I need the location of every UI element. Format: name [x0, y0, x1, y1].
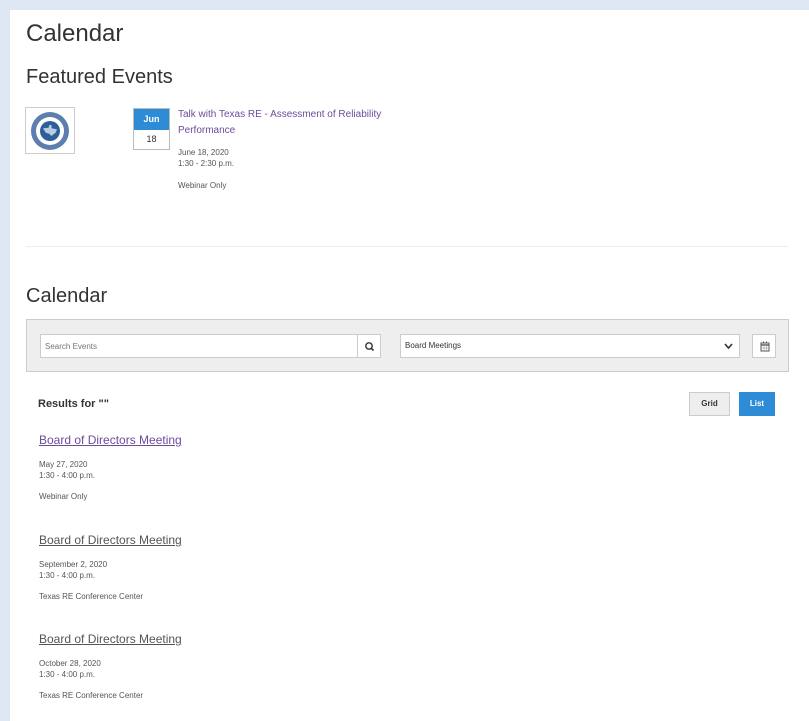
featured-event-date-badge: Jun 18 [133, 108, 170, 150]
section-divider [26, 246, 788, 247]
search-input[interactable] [40, 334, 358, 358]
event-date: September 2, 2020 [39, 560, 108, 569]
calendar-heading: Calendar [26, 285, 108, 307]
event-location: Texas RE Conference Center [39, 592, 144, 601]
calendar-filter-bar: Board Meetings [26, 319, 789, 372]
featured-event-time: 1:30 - 2:30 p.m. [178, 159, 235, 168]
featured-events-heading: Featured Events [26, 66, 173, 88]
featured-event-date: June 18, 2020 [178, 148, 229, 157]
page-title: Calendar [26, 20, 124, 47]
event-title-link[interactable]: Board of Directors Meeting [39, 533, 182, 547]
event-time: 1:30 - 4:00 p.m. [39, 471, 96, 480]
results-label: Results for "" [38, 398, 109, 410]
chevron-down-icon [724, 343, 733, 350]
event-title-link[interactable]: Board of Directors Meeting [39, 632, 182, 646]
featured-event-month: Jun [134, 109, 169, 130]
grid-view-button[interactable]: Grid [689, 392, 730, 416]
event-time: 1:30 - 4:00 p.m. [39, 670, 96, 679]
event-date: May 27, 2020 [39, 460, 88, 469]
featured-event-location: Webinar Only [178, 181, 227, 190]
event-date: October 28, 2020 [39, 659, 101, 668]
event-title-link[interactable]: Board of Directors Meeting [39, 433, 182, 447]
event-location: Texas RE Conference Center [39, 691, 144, 700]
featured-event-logo [25, 107, 75, 154]
category-select[interactable]: Board Meetings [400, 334, 740, 358]
featured-event-day: 18 [146, 134, 157, 144]
featured-event-title-link[interactable]: Talk with Texas RE - Assessment of Relia… [178, 107, 408, 139]
search-icon [365, 342, 375, 352]
calendar-icon [760, 341, 770, 352]
calendar-view-button[interactable] [752, 334, 776, 358]
category-select-value: Board Meetings [405, 341, 462, 350]
search-button[interactable] [357, 334, 381, 358]
page-content: Calendar Featured Events Jun 18 Talk wit… [10, 10, 809, 721]
event-time: 1:30 - 4:00 p.m. [39, 571, 96, 580]
event-location: Webinar Only [39, 492, 88, 501]
list-view-button[interactable]: List [739, 392, 775, 416]
